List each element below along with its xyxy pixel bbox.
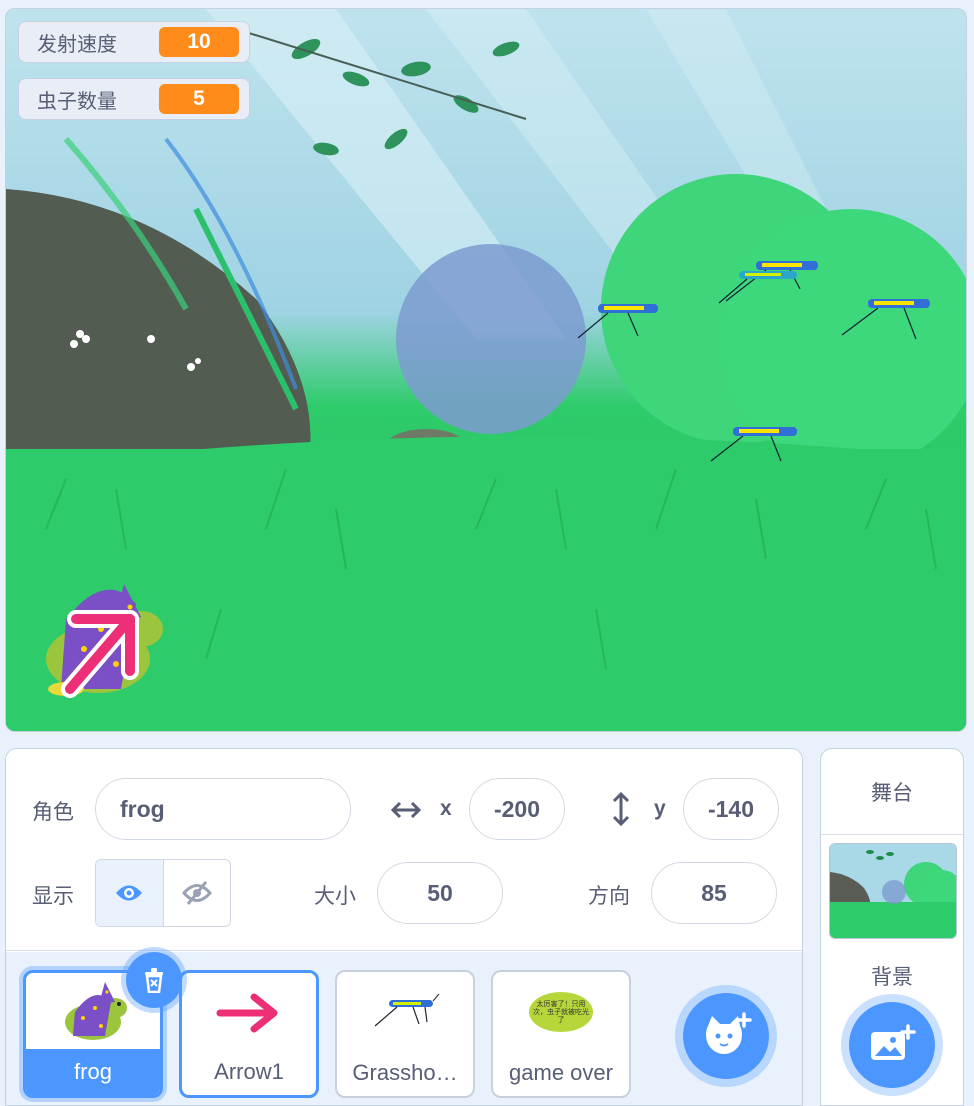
sprite-thumbnail: 太厉害了！只用 次，虫子就被吃光了 — [493, 972, 629, 1052]
size-label: 大小 — [314, 884, 356, 908]
delete-sprite-button[interactable] — [126, 952, 182, 1008]
monitor-bug-count[interactable]: 虫子数量 5 — [18, 78, 250, 120]
sprite-name: frog — [26, 1049, 160, 1095]
show-label: 显示 — [32, 884, 74, 908]
sprite-tile-game-over[interactable]: 太厉害了！只用 次，虫子就被吃光了 game over — [491, 970, 631, 1098]
delete-icon — [145, 968, 163, 993]
monitor-value: 10 — [159, 27, 239, 57]
visibility-toggle — [95, 859, 231, 927]
sprite-name-label: 角色 — [32, 800, 74, 824]
sprite-list: frog Arrow1 Grassho… 太厉害了！只用 次，虫子就被吃光了 g… — [6, 952, 802, 1105]
direction-input[interactable]: 85 — [651, 862, 777, 924]
sprite-pane: 角色 frog x -200 y -140 显示 大小 50 方向 85 fro… — [5, 748, 803, 1106]
y-input[interactable]: -140 — [683, 778, 779, 840]
show-button[interactable] — [96, 860, 163, 926]
sprite-info: 角色 frog x -200 y -140 显示 大小 50 方向 85 — [6, 749, 802, 951]
game-over-bubble: 太厉害了！只用 次，虫子就被吃光了 — [529, 992, 593, 1032]
x-input[interactable]: -200 — [469, 778, 565, 840]
sprite-name: Arrow1 — [214, 1059, 284, 1084]
stage-thumbnail[interactable] — [829, 843, 957, 939]
sprite-tile-arrow1[interactable]: Arrow1 — [179, 970, 319, 1098]
direction-label: 方向 — [588, 884, 630, 908]
sprite-thumbnail — [182, 973, 316, 1053]
size-input[interactable]: 50 — [377, 862, 503, 924]
y-arrows-icon — [612, 791, 630, 827]
stage[interactable]: 发射速度 10 虫子数量 5 — [5, 8, 967, 732]
stage-pane-title: 舞台 — [821, 749, 963, 835]
sprite-name: game over — [509, 1060, 613, 1085]
x-arrows-icon — [390, 801, 422, 819]
backdrop-label: 背景 — [871, 965, 913, 989]
choose-sprite-icon — [706, 1012, 752, 1054]
choose-sprite-button[interactable] — [683, 993, 769, 1079]
sprite-thumbnail — [337, 972, 473, 1052]
x-label: x — [440, 797, 452, 820]
stage-target-pane[interactable]: 舞台 背景 — [820, 748, 964, 1106]
choose-backdrop-button[interactable] — [849, 1002, 935, 1088]
hide-button[interactable] — [162, 860, 231, 926]
sprite-tile-grasshopper[interactable]: Grassho… — [335, 970, 475, 1098]
y-label: y — [654, 797, 666, 820]
eye-slash-icon — [181, 881, 212, 905]
sprite-name-input[interactable]: frog — [95, 778, 351, 840]
eye-icon — [116, 885, 143, 901]
choose-backdrop-icon — [871, 1024, 916, 1060]
monitor-value: 5 — [159, 84, 239, 114]
monitor-launch-speed[interactable]: 发射速度 10 — [18, 21, 250, 63]
monitor-label: 发射速度 — [37, 31, 117, 56]
monitor-label: 虫子数量 — [37, 88, 117, 113]
sprite-name: Grassho… — [352, 1060, 458, 1085]
